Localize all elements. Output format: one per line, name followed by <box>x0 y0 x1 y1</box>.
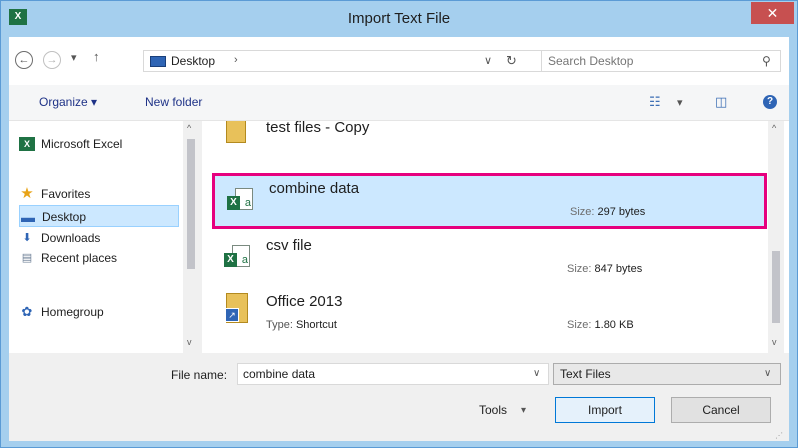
nav-item-label: Homegroup <box>41 305 104 319</box>
address-chevron-icon[interactable]: › <box>234 54 238 66</box>
forward-button[interactable]: → <box>43 51 61 69</box>
back-button[interactable]: ← <box>15 51 33 69</box>
tools-menu-button[interactable]: Tools <box>479 403 507 417</box>
scroll-up-arrow-icon[interactable]: ^ <box>772 123 776 133</box>
nav-pane-scrollbar[interactable]: ^ v <box>183 121 199 353</box>
chevron-down-icon: ∨ <box>764 368 772 379</box>
import-text-file-dialog: X Import Text File ✕ ← → ▾ ↑ Desktop › ∨… <box>0 0 798 448</box>
navigation-bar: ← → ▾ ↑ Desktop › ∨ ↻ ⚲ <box>9 37 789 85</box>
scroll-thumb[interactable] <box>187 139 195 269</box>
shortcut-icon: ↗ <box>225 293 248 323</box>
help-icon[interactable]: ? <box>763 95 777 109</box>
search-icon[interactable]: ⚲ <box>762 54 771 68</box>
address-segment-desktop[interactable]: Desktop <box>171 54 215 68</box>
nav-item-label: Downloads <box>41 231 101 245</box>
nav-item-favorites[interactable]: ★ Favorites <box>19 183 179 205</box>
file-name-dropdown-icon[interactable]: ∨ <box>533 368 540 379</box>
refresh-icon[interactable]: ↻ <box>506 53 517 69</box>
file-list-pane: test files - Copy a X combine data Size:… <box>202 121 789 353</box>
nav-item-label: Recent places <box>41 251 118 265</box>
homegroup-icon: ✿ <box>21 304 33 319</box>
dialog-content: ← → ▾ ↑ Desktop › ∨ ↻ ⚲ Organize ▾ New f… <box>9 37 789 441</box>
new-folder-button[interactable]: New folder <box>145 95 202 109</box>
address-dropdown-icon[interactable]: ∨ <box>484 54 492 67</box>
desktop-icon <box>150 56 166 67</box>
excel-file-icon: a X <box>224 241 254 273</box>
scroll-down-arrow-icon[interactable]: v <box>772 337 777 347</box>
excel-badge: X <box>227 196 240 210</box>
file-name: Office 2013 <box>266 293 343 310</box>
nav-item-microsoft-excel[interactable]: X Microsoft Excel <box>19 133 179 155</box>
nav-item-recent-places[interactable]: ▤ Recent places <box>19 247 179 269</box>
nav-item-label: Desktop <box>42 210 87 224</box>
search-box[interactable]: ⚲ <box>541 50 781 72</box>
file-row-csv-file[interactable]: a X csv file Size: 847 bytes <box>212 233 767 289</box>
title-bar[interactable]: X Import Text File ✕ <box>1 1 797 37</box>
resize-grip-icon[interactable]: ⋰ <box>775 431 783 440</box>
star-icon: ★ <box>20 185 34 202</box>
desktop-icon: ▬ <box>21 209 35 225</box>
tools-dropdown-icon[interactable]: ▾ <box>521 405 526 416</box>
file-size: Size: 847 bytes <box>567 263 643 275</box>
view-dropdown-icon[interactable]: ▾ <box>677 96 683 109</box>
excel-badge: X <box>224 253 237 267</box>
folder-icon <box>226 121 246 143</box>
preview-pane-icon[interactable]: ◫ <box>715 94 727 110</box>
file-size: Size: 1.80 KB <box>567 319 634 331</box>
nav-item-desktop[interactable]: ▬ Desktop <box>19 205 179 227</box>
nav-item-downloads[interactable]: ⬇ Downloads <box>19 227 179 249</box>
excel-file-icon: a X <box>227 184 257 216</box>
navigation-pane: X Microsoft Excel ★ Favorites ▬ Desktop … <box>9 121 199 353</box>
scroll-thumb[interactable] <box>772 251 780 323</box>
file-name: combine data <box>269 180 360 197</box>
recent-locations-dropdown-icon[interactable]: ▾ <box>71 51 77 64</box>
scroll-down-arrow-icon[interactable]: v <box>187 337 192 347</box>
file-name-input[interactable] <box>243 367 523 381</box>
file-type-filter-value: Text Files <box>560 367 611 381</box>
address-bar[interactable]: Desktop › ∨ ↻ <box>143 50 543 72</box>
excel-icon: X <box>19 137 35 151</box>
file-type: Type: Shortcut <box>266 319 337 331</box>
downloads-icon: ⬇ <box>22 232 32 244</box>
file-row-office-2013[interactable]: ↗ Office 2013 Type: Shortcut Size: 1.80 … <box>212 289 767 345</box>
file-name-label: File name: <box>171 368 228 382</box>
command-toolbar: Organize ▾ New folder ☷ ▾ ◫ ? <box>9 85 789 121</box>
dialog-footer: File name: ∨ Text Files ∨ Tools ▾ Import… <box>9 353 789 441</box>
scroll-up-arrow-icon[interactable]: ^ <box>187 123 191 133</box>
cancel-button[interactable]: Cancel <box>671 397 771 423</box>
file-name: csv file <box>266 237 312 254</box>
file-type-filter-select[interactable]: Text Files ∨ <box>553 363 781 385</box>
file-row-combine-data[interactable]: a X combine data Size: 297 bytes <box>212 173 767 229</box>
file-size: Size: 297 bytes <box>570 206 646 218</box>
dialog-title: Import Text File <box>347 10 451 27</box>
nav-item-label: Favorites <box>41 187 91 201</box>
nav-item-label: Microsoft Excel <box>41 137 123 151</box>
file-name-combobox[interactable]: ∨ <box>237 363 549 385</box>
organize-button[interactable]: Organize ▾ <box>39 95 97 109</box>
close-button[interactable]: ✕ <box>751 2 794 24</box>
file-row-test-files-copy[interactable]: test files - Copy <box>212 121 767 171</box>
search-input[interactable] <box>548 54 748 68</box>
view-options-icon[interactable]: ☷ <box>649 94 661 110</box>
file-name: test files - Copy <box>266 121 370 136</box>
up-button[interactable]: ↑ <box>93 49 100 64</box>
shortcut-arrow-icon: ↗ <box>225 308 239 322</box>
recent-places-icon: ▤ <box>21 252 33 264</box>
import-button[interactable]: Import <box>555 397 655 423</box>
file-pane-scrollbar[interactable]: ^ v <box>768 121 784 353</box>
nav-item-homegroup[interactable]: ✿ Homegroup <box>19 301 179 323</box>
